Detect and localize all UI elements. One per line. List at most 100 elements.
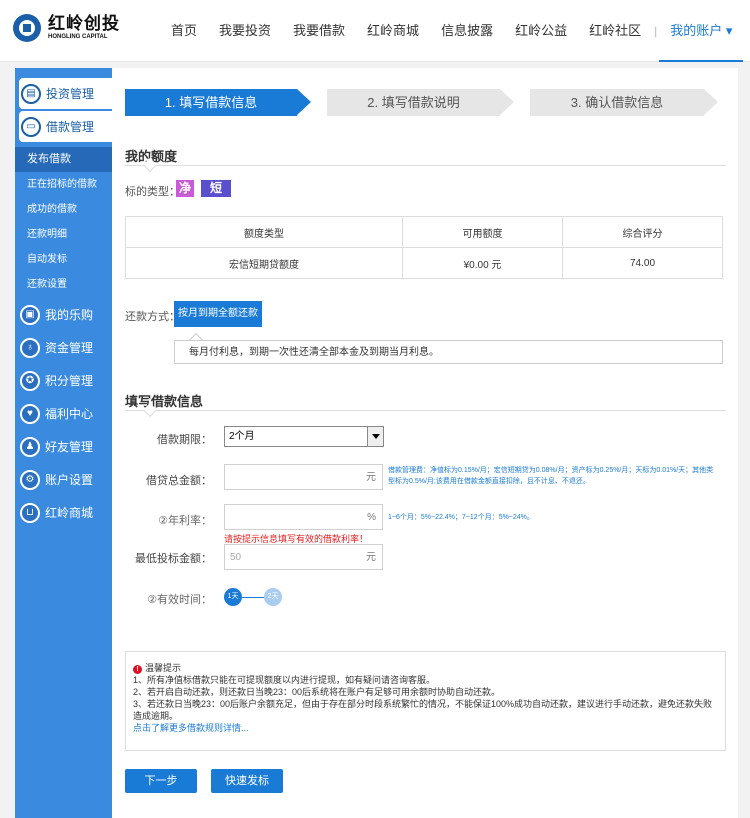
step-3: 3. 确认借款信息 <box>516 89 718 116</box>
repay-method-option[interactable]: 按月到期全额还款 <box>174 301 262 327</box>
sidebar-sub-repay-details[interactable]: 还款明细 <box>15 222 112 247</box>
main-content: 1. 填写借款信息 2. 填写借款说明 3. 确认借款信息 我的额度 标的类型：… <box>112 68 738 818</box>
valid-time-1day[interactable]: 1天 <box>224 588 242 606</box>
sidebar-item-label: 资金管理 <box>45 341 94 355</box>
table-header-row: 额度类型 可用额度 综合评分 <box>124 216 723 248</box>
tag-net-value: 净 <box>176 180 194 197</box>
column-header: 可用额度 <box>402 216 563 248</box>
column-header: 综合评分 <box>562 216 723 248</box>
repay-method-label: 还款方式： <box>125 311 180 323</box>
logo-icon <box>13 14 41 42</box>
nav-home[interactable]: 首页 <box>160 0 208 62</box>
sidebar-item-my-shopping[interactable]: ▣ 我的乐购 <box>15 299 112 330</box>
loan-amount-label: 借贷总金额： <box>146 475 212 487</box>
progress-steps: 1. 填写借款信息 2. 填写借款说明 3. 确认借款信息 <box>125 89 718 116</box>
quota-table: 额度类型 可用额度 综合评分 宏信短期贷额度 ¥0.00 元 74.00 <box>124 216 723 279</box>
friends-icon: ♟ <box>20 436 40 457</box>
loan-rules-link[interactable]: 点击了解更多借款规则详情... <box>133 722 718 734</box>
step-2: 2. 填写借款说明 <box>313 89 514 116</box>
sidebar-sub-bidding-loans[interactable]: 正在招标的借款 <box>15 172 112 197</box>
sidebar-item-invest[interactable]: ▤ 投资管理 <box>19 78 112 109</box>
unit-label: 元 <box>366 472 376 483</box>
gift-icon: ✪ <box>20 370 40 391</box>
nav-my-account[interactable]: 我的账户 ▾ <box>659 0 744 62</box>
valid-time-2day[interactable]: 2天 <box>264 588 282 606</box>
unit-label: 元 <box>366 552 376 563</box>
nav-charity[interactable]: 红岭公益 <box>504 0 578 62</box>
loan-amount-input[interactable]: 元 <box>224 464 383 490</box>
cart-icon: ▣ <box>20 304 40 325</box>
sidebar-item-loan[interactable]: ▭ 借款管理 <box>19 111 112 142</box>
next-step-button[interactable]: 下一步 <box>125 769 197 793</box>
chevron-down-icon[interactable] <box>367 427 383 446</box>
sidebar-item-label: 借款管理 <box>46 120 95 134</box>
slider-track <box>242 597 264 598</box>
section-divider <box>125 410 726 411</box>
sidebar-item-label: 账户设置 <box>45 473 94 487</box>
logo[interactable]: 红岭创投 HONGLING CAPITAL <box>13 14 120 42</box>
tag-type-label: 标的类型： <box>125 186 180 198</box>
section-title-loan-info: 填写借款信息 <box>125 394 204 409</box>
loan-fee-hint: 借款管理费：净值标为0.15%/月；宏信短期贷为0.08%/月；资产标为0.25… <box>388 467 714 485</box>
min-bid-placeholder: 50 <box>230 552 242 563</box>
sidebar-item-label: 我的乐购 <box>45 308 94 322</box>
step-1-active: 1. 填写借款信息 <box>125 89 311 116</box>
sidebar-item-points[interactable]: ✪ 积分管理 <box>15 365 112 396</box>
table-cell: ¥0.00 元 <box>402 247 563 279</box>
table-cell: 74.00 <box>562 247 723 279</box>
brand-name-en: HONGLING CAPITAL <box>48 34 108 40</box>
loan-period-label: 借款期限： <box>157 434 212 446</box>
nav-community[interactable]: 红岭社区 <box>578 0 652 62</box>
section-divider <box>125 165 726 166</box>
money-bag-icon: ♁ <box>20 337 40 358</box>
loan-icon: ▭ <box>21 116 41 137</box>
annual-rate-input[interactable]: % <box>224 504 383 530</box>
sidebar-item-label: 红岭商城 <box>45 506 94 520</box>
nav-disclosure[interactable]: 信息披露 <box>430 0 504 62</box>
loan-period-select[interactable]: 2个月 <box>224 426 384 447</box>
valid-time-label: ②有效时间： <box>147 594 212 606</box>
heart-icon: ♥ <box>20 403 40 424</box>
min-bid-input[interactable]: 50 元 <box>224 544 383 570</box>
sidebar-sub-auto-publish[interactable]: 自动发标 <box>15 247 112 272</box>
repay-method-description: 每月付利息，到期一次性还清全部本金及到期当月利息。 <box>174 340 723 364</box>
warning-icon: ! <box>133 665 142 674</box>
top-bar: 红岭创投 HONGLING CAPITAL 首页 我要投资 我要借款 红岭商城 … <box>0 0 750 62</box>
notice-line: 1、所有净值标借款只能在可提现额度以内进行提现，如有疑问请咨询客服。 <box>133 675 436 685</box>
sidebar: ▤ 投资管理 ▭ 借款管理 发布借款 正在招标的借款 成功的借款 还款明细 自动… <box>15 68 112 818</box>
sidebar-item-label: 好友管理 <box>45 440 94 454</box>
loan-period-value: 2个月 <box>229 431 255 442</box>
nav-mall[interactable]: 红岭商城 <box>356 0 430 62</box>
min-bid-label: 最低投标金额： <box>135 553 212 565</box>
sidebar-sub-publish-loan[interactable]: 发布借款 <box>15 147 112 172</box>
table-cell: 宏信短期贷额度 <box>124 247 404 279</box>
sidebar-sub-repay-settings[interactable]: 还款设置 <box>15 272 112 297</box>
sidebar-item-account-settings[interactable]: ⚙ 账户设置 <box>15 464 112 495</box>
shop-cart-icon: ⊔ <box>20 502 40 523</box>
table-row: 宏信短期贷额度 ¥0.00 元 74.00 <box>124 247 723 279</box>
sidebar-item-friends[interactable]: ♟ 好友管理 <box>15 431 112 462</box>
notice-box: ! 温馨提示 1、所有净值标借款只能在可提现额度以内进行提现，如有疑问请咨询客服。… <box>125 651 726 751</box>
sidebar-sub-successful-loans[interactable]: 成功的借款 <box>15 197 112 222</box>
sidebar-item-label: 福利中心 <box>45 407 94 421</box>
nav-invest[interactable]: 我要投资 <box>208 0 282 62</box>
sidebar-item-label: 积分管理 <box>45 374 94 388</box>
tag-short-term: 短 <box>201 180 231 197</box>
sidebar-item-label: 投资管理 <box>46 87 95 101</box>
sidebar-item-mall[interactable]: ⊔ 红岭商城 <box>15 497 112 528</box>
sidebar-item-funds[interactable]: ♁ 资金管理 <box>15 332 112 363</box>
annual-rate-hint: 1~6个月：5%~22.4%；7~12个月：5%~24%。 <box>388 514 534 521</box>
main-nav: 首页 我要投资 我要借款 红岭商城 信息披露 红岭公益 红岭社区 | 我的账户 … <box>160 0 744 62</box>
brand-name: 红岭创投 <box>48 14 120 33</box>
nav-divider: | <box>654 24 658 38</box>
annual-rate-label: ②年利率： <box>158 515 212 527</box>
unit-label: % <box>367 512 376 523</box>
notice-title: ! 温馨提示 <box>133 662 718 674</box>
quick-publish-button[interactable]: 快速发标 <box>211 769 283 793</box>
notice-title-text: 温馨提示 <box>145 663 182 673</box>
invest-icon: ▤ <box>21 83 41 104</box>
column-header: 额度类型 <box>124 216 404 248</box>
notice-line: 2、若开启自动还款，则还款日当晚23：00后系统将在账户有足够可用余额时协助自动… <box>133 687 501 697</box>
nav-borrow[interactable]: 我要借款 <box>282 0 356 62</box>
sidebar-item-welfare[interactable]: ♥ 福利中心 <box>15 398 112 429</box>
